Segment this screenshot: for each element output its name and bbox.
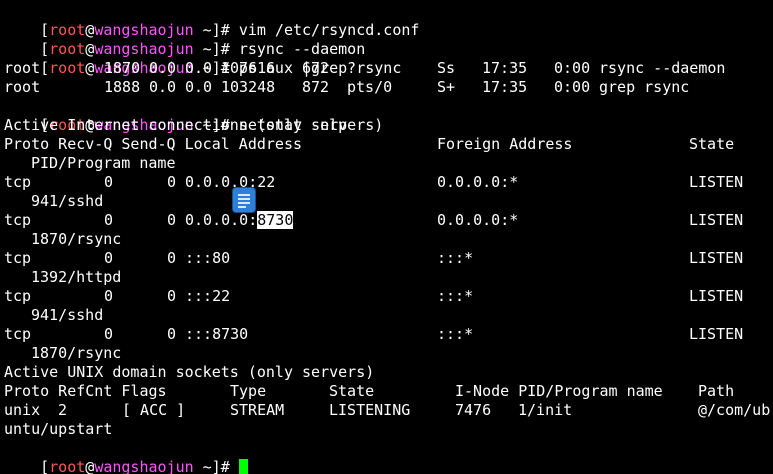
- prompt-bracket: [: [40, 59, 50, 77]
- sendq-cell: 0: [167, 325, 177, 343]
- ps-command: grep rsync: [599, 78, 690, 96]
- prompt-line: [root@wangshaojun ~]# vim /etc/rsyncd.co…: [4, 2, 419, 39]
- sendq-cell: 0: [167, 173, 177, 191]
- ps-cpu: 0.0: [149, 78, 177, 96]
- prompt-user: root: [49, 458, 86, 474]
- foreign-cell: :::*: [437, 249, 474, 267]
- sendq-cell: 0: [167, 211, 177, 229]
- ps-pid: 1888: [104, 78, 141, 96]
- pid-program-cell: 1870/rsync: [31, 344, 122, 362]
- prompt-user: root: [49, 59, 86, 77]
- section-heading: Active UNIX domain sockets (only servers…: [4, 363, 375, 381]
- state-cell: LISTEN: [689, 211, 744, 229]
- proto-cell: tcp: [4, 249, 32, 267]
- column-header: State: [329, 382, 375, 400]
- prompt-bracket: [: [40, 458, 50, 474]
- ps-command: rsync --daemon: [599, 59, 726, 77]
- state-cell: LISTEN: [689, 173, 744, 191]
- recvq-cell: 0: [104, 287, 114, 305]
- prompt-host: wangshaojun: [94, 458, 194, 474]
- terminal-window[interactable]: [root@wangshaojun ~]# vim /etc/rsyncd.co…: [0, 0, 773, 474]
- local-address: 0.0.0.0:: [185, 211, 258, 229]
- ps-time: 0:00: [554, 59, 591, 77]
- prompt-line: [root@wangshaojun ~]# ps aux |grep rsync: [4, 40, 401, 77]
- state-cell: LISTEN: [689, 325, 744, 343]
- ps-stat: S+: [437, 78, 456, 96]
- ps-tty: pts/0: [347, 78, 393, 96]
- ps-user: root: [4, 78, 41, 96]
- local-address-cell: :::22: [185, 287, 231, 305]
- ps-start: 17:35: [482, 59, 528, 77]
- prompt-line: [root@wangshaojun ~]# netstat -nlp: [4, 97, 347, 134]
- prompt-line[interactable]: [root@wangshaojun ~]#: [4, 439, 248, 474]
- ps-stat: Ss: [437, 59, 456, 77]
- ps-rss: 672: [302, 59, 330, 77]
- pid-program-cell: 1/init: [518, 401, 573, 419]
- column-header: Proto RefCnt Flags: [4, 382, 167, 400]
- local-address-cell: 0.0.0.0:22: [185, 173, 275, 192]
- foreign-cell: :::*: [437, 325, 474, 343]
- ps-vsz: 103248: [221, 78, 276, 96]
- proto-cell: tcp: [4, 211, 32, 229]
- ps-user: root: [4, 59, 41, 77]
- prompt-line: [root@wangshaojun ~]# rsync --daemon: [4, 21, 365, 58]
- ps-cpu: 0.0: [149, 59, 177, 77]
- document-icon[interactable]: [233, 188, 255, 212]
- recvq-cell: 0: [104, 211, 114, 229]
- proto-cell: unix: [4, 401, 41, 419]
- ps-mem: 0.0: [185, 78, 213, 96]
- ps-rss: 872: [302, 78, 330, 96]
- proto-cell: tcp: [4, 287, 32, 305]
- ps-pid: 1870: [104, 59, 141, 77]
- path-cell: @/com/ub: [698, 401, 771, 419]
- inode-cell: 7476: [455, 401, 492, 419]
- path-cell-wrap: untu/upstart: [4, 420, 113, 438]
- state-cell: LISTEN: [689, 249, 744, 267]
- ps-vsz: 107616: [221, 59, 276, 77]
- column-header: Path: [698, 382, 735, 400]
- recvq-cell: 0: [104, 325, 114, 343]
- local-address: 0.0.0.0:22: [185, 173, 276, 191]
- proto-cell: tcp: [4, 325, 32, 343]
- ps-start: 17:35: [482, 78, 528, 96]
- foreign-cell: 0.0.0.0:*: [437, 173, 519, 191]
- pid-program-cell: 1870/rsync: [31, 230, 122, 248]
- pid-program-cell: 941/sshd: [31, 306, 104, 324]
- foreign-cell: :::*: [437, 287, 474, 305]
- column-header: I-Node PID/Program name: [455, 382, 663, 400]
- flags-cell: [ ACC ]: [122, 401, 186, 419]
- text-cursor[interactable]: [238, 459, 248, 474]
- foreign-cell: 0.0.0.0:*: [437, 211, 519, 229]
- local-address-cell[interactable]: 0.0.0.0:8730: [185, 211, 294, 230]
- state-cell: LISTENING: [329, 401, 411, 419]
- column-header: Foreign Address: [437, 135, 573, 153]
- column-header: State: [689, 135, 735, 153]
- selected-text[interactable]: 8730: [257, 211, 294, 229]
- column-header: Proto Recv-Q Send-Q Local Address: [4, 135, 303, 153]
- local-address-cell: :::80: [185, 249, 231, 267]
- recvq-cell: 0: [104, 173, 114, 191]
- prompt-at: @: [85, 59, 95, 77]
- sendq-cell: 0: [167, 287, 177, 305]
- proto-cell: tcp: [4, 173, 32, 191]
- recvq-cell: 0: [104, 249, 114, 267]
- refcnt-cell: 2: [58, 401, 68, 419]
- column-header: Type: [230, 382, 267, 400]
- sendq-cell: 0: [167, 249, 177, 267]
- ps-mem: 0.0: [185, 59, 213, 77]
- prompt-at: @: [85, 458, 95, 474]
- prompt-path: ~]#: [193, 458, 239, 474]
- section-heading: Active Internet connections (only server…: [4, 116, 384, 134]
- local-address-cell: :::8730: [185, 325, 249, 343]
- pid-program-cell: 1392/httpd: [31, 268, 122, 286]
- state-cell: LISTEN: [689, 287, 744, 305]
- ps-tty: ?: [347, 59, 357, 77]
- ps-time: 0:00: [554, 78, 591, 96]
- pid-program-cell: 941/sshd: [31, 192, 104, 210]
- type-cell: STREAM: [230, 401, 285, 419]
- column-header: PID/Program name: [31, 154, 176, 172]
